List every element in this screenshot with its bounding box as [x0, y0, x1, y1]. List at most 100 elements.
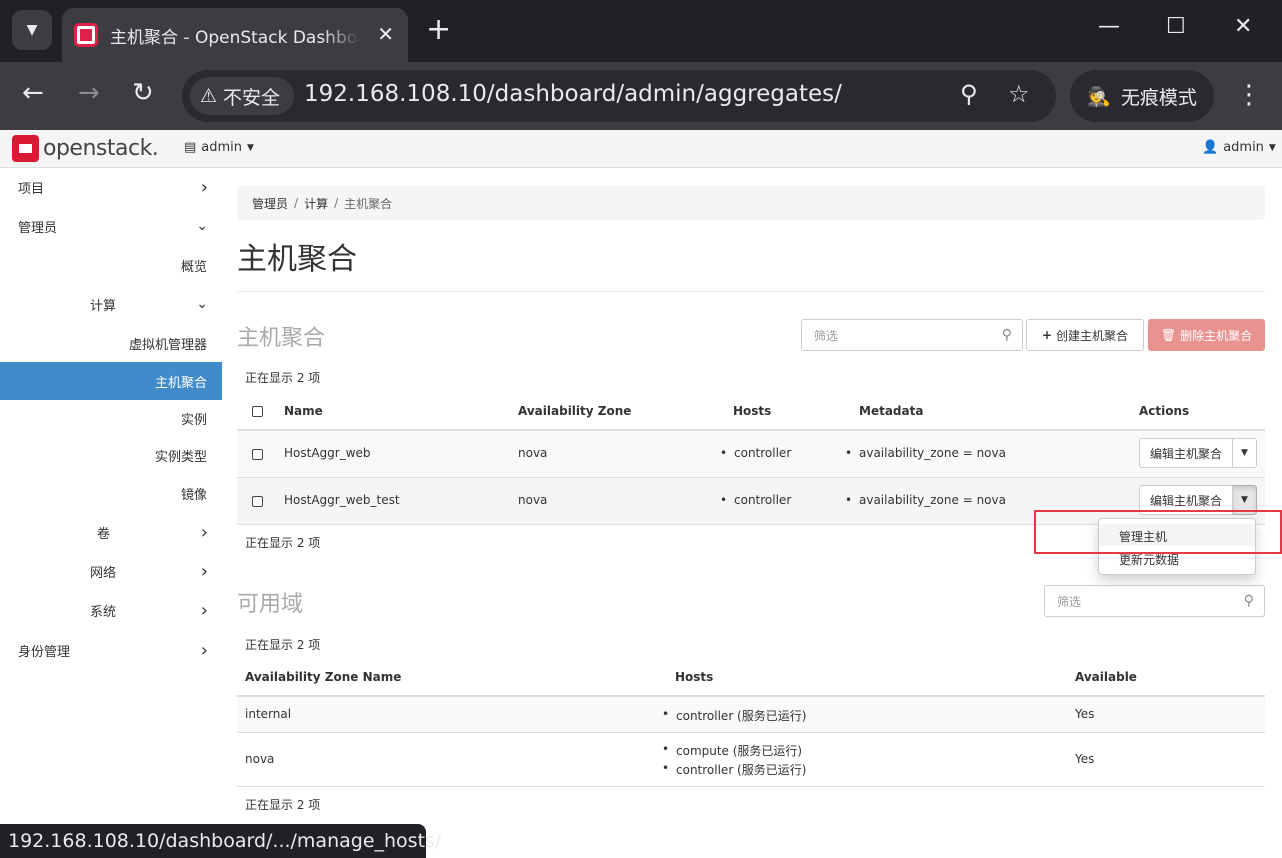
sidebar-item-flavors[interactable]: 实例类型	[0, 436, 222, 474]
forward-icon[interactable]: →	[78, 78, 100, 108]
project-name: admin	[201, 140, 243, 155]
breadcrumb-item[interactable]: 管理员	[252, 195, 288, 212]
browser-tabbar: ▼ 主机聚合 - OpenStack Dashboard ✕ + — ☐ ✕	[0, 0, 1282, 62]
column-header-name[interactable]: Name	[284, 404, 323, 418]
divider	[237, 291, 1265, 292]
column-header-available[interactable]: Available	[1075, 670, 1137, 684]
caret-down-icon: ▼	[1241, 495, 1248, 505]
sidebar-item-overview[interactable]: 概览	[0, 246, 222, 284]
sidebar-item-volumes[interactable]: 卷 ›	[0, 513, 222, 551]
breadcrumb-item-current: 主机聚合	[344, 196, 393, 211]
project-selector[interactable]: ▤ admin ▼	[184, 140, 254, 155]
zones-filter-input[interactable]: 筛选 ⚲	[1044, 585, 1265, 617]
caret-down-icon: ▼	[1268, 142, 1276, 153]
sidebar-item-identity[interactable]: 身份管理 ›	[0, 631, 222, 669]
column-header-actions: Actions	[1139, 404, 1190, 418]
aggregate-zone: nova	[518, 446, 548, 460]
filter-placeholder: 筛选	[814, 328, 839, 343]
filter-placeholder: 筛选	[1057, 594, 1082, 609]
aggregates-filter-input[interactable]: 筛选 ⚲	[801, 319, 1023, 351]
more-actions-toggle[interactable]: ▼	[1233, 438, 1257, 468]
new-tab-icon[interactable]: +	[426, 14, 451, 46]
close-window-icon[interactable]: ✕	[1234, 14, 1252, 39]
chevron-right-icon: ›	[200, 599, 208, 621]
tab-search-button[interactable]: ▼	[12, 10, 52, 50]
sidebar-item-label: 系统	[90, 604, 117, 620]
aggregate-host: controller	[720, 446, 791, 460]
caret-down-icon: ▼	[1241, 448, 1248, 458]
row-divider	[237, 786, 1265, 787]
openstack-favicon-icon	[74, 23, 98, 47]
select-all-checkbox[interactable]	[252, 406, 263, 417]
zoom-icon[interactable]: ⚲	[960, 80, 978, 108]
page-viewport: openstack. ▤ admin ▼ 👤 admin ▼ 项目 › 管理员 …	[0, 130, 1282, 858]
openstack-navbar: openstack. ▤ admin ▼ 👤 admin ▼	[0, 130, 1282, 168]
sidebar-item-label: 计算	[90, 298, 117, 314]
delete-aggregate-button[interactable]: 🗑 删除主机聚合	[1148, 319, 1265, 351]
project-list-icon: ▤	[184, 140, 197, 155]
column-header-zone-hosts[interactable]: Hosts	[675, 670, 713, 684]
sidebar-item-project[interactable]: 项目 ›	[0, 168, 222, 206]
column-header-zone[interactable]: Availability Zone	[518, 404, 631, 418]
chevron-right-icon: ›	[200, 639, 208, 661]
row-checkbox[interactable]	[252, 496, 263, 507]
user-name: admin	[1223, 140, 1264, 155]
close-tab-icon[interactable]: ✕	[377, 22, 394, 46]
openstack-logo[interactable]: openstack.	[12, 135, 159, 162]
browser-toolbar: ← → ↻ ⚠ 不安全 192.168.108.10/dashboard/adm…	[0, 62, 1282, 130]
sidebar-item-label: 项目	[18, 181, 45, 197]
sidebar-item-network[interactable]: 网络 ›	[0, 552, 222, 590]
sidebar-item-instances[interactable]: 实例	[0, 399, 222, 437]
incognito-indicator[interactable]: 🕵 无痕模式	[1070, 70, 1214, 122]
chevron-down-icon: ⌄	[196, 296, 208, 312]
maximize-icon[interactable]: ☐	[1166, 14, 1186, 39]
row-divider	[237, 732, 1265, 733]
search-icon[interactable]: ⚲	[1002, 327, 1012, 343]
url-text[interactable]: 192.168.108.10/dashboard/admin/aggregate…	[304, 81, 842, 107]
zone-available: Yes	[1075, 707, 1095, 721]
row-checkbox[interactable]	[252, 449, 263, 460]
column-header-hosts[interactable]: Hosts	[733, 404, 771, 418]
breadcrumb-item[interactable]: 计算	[304, 195, 328, 212]
sidebar-item-label: 管理员	[18, 220, 58, 236]
column-header-metadata[interactable]: Metadata	[859, 404, 923, 418]
aggregate-metadata: availability_zone = nova	[845, 493, 1006, 507]
sidebar: 项目 › 管理员 ⌄ 概览 计算 ⌄ 虚拟机管理器 主机聚合 实例 实例类型 镜…	[0, 168, 222, 858]
search-icon[interactable]: ⚲	[1244, 593, 1254, 609]
sidebar-item-label: 镜像	[180, 487, 207, 503]
create-aggregate-label: 创建主机聚合	[1056, 328, 1129, 343]
sidebar-item-label: 网络	[90, 565, 117, 581]
tab-title: 主机聚合 - OpenStack Dashboard	[110, 27, 360, 48]
row-action-group: 编辑主机聚合 ▼	[1139, 438, 1257, 468]
aggregate-host: controller	[720, 493, 791, 507]
create-aggregate-button[interactable]: + 创建主机聚合	[1026, 319, 1144, 351]
browser-menu-icon[interactable]: ⋮	[1236, 80, 1262, 110]
sidebar-item-compute[interactable]: 计算 ⌄	[0, 285, 222, 323]
incognito-icon: 🕵	[1087, 85, 1111, 108]
sidebar-item-label: 卷	[97, 526, 111, 542]
bookmark-star-icon[interactable]: ☆	[1008, 80, 1030, 108]
user-menu[interactable]: 👤 admin ▼	[1202, 140, 1276, 155]
incognito-label: 无痕模式	[1120, 86, 1197, 109]
back-icon[interactable]: ←	[22, 78, 44, 108]
aggregates-heading: 主机聚合	[237, 326, 326, 351]
sidebar-item-admin[interactable]: 管理员 ⌄	[0, 207, 222, 245]
sidebar-item-system[interactable]: 系统 ›	[0, 591, 222, 629]
browser-tab-active[interactable]: 主机聚合 - OpenStack Dashboard ✕	[62, 8, 408, 62]
zone-name: internal	[245, 707, 292, 721]
sidebar-item-hypervisors[interactable]: 虚拟机管理器	[0, 324, 222, 362]
breadcrumb: 管理员 / 计算 / 主机聚合	[237, 186, 1265, 220]
user-icon: 👤	[1202, 140, 1219, 155]
edit-aggregate-button[interactable]: 编辑主机聚合	[1139, 438, 1233, 468]
link-status-bar: 192.168.108.10/dashboard/.../manage_host…	[0, 824, 441, 858]
minimize-icon[interactable]: —	[1098, 14, 1120, 39]
sidebar-item-images[interactable]: 镜像	[0, 474, 222, 512]
site-info-chip[interactable]: ⚠ 不安全	[190, 77, 295, 115]
aggregates-count-bottom: 正在显示 2 项	[245, 536, 321, 550]
sidebar-item-host-aggregates[interactable]: 主机聚合	[0, 362, 222, 400]
column-header-zone-name[interactable]: Availability Zone Name	[245, 670, 401, 684]
caret-down-icon: ▼	[247, 142, 254, 153]
reload-icon[interactable]: ↻	[132, 78, 154, 108]
address-bar[interactable]: ⚠ 不安全 192.168.108.10/dashboard/admin/agg…	[182, 70, 1056, 122]
zone-name: nova	[245, 752, 275, 766]
